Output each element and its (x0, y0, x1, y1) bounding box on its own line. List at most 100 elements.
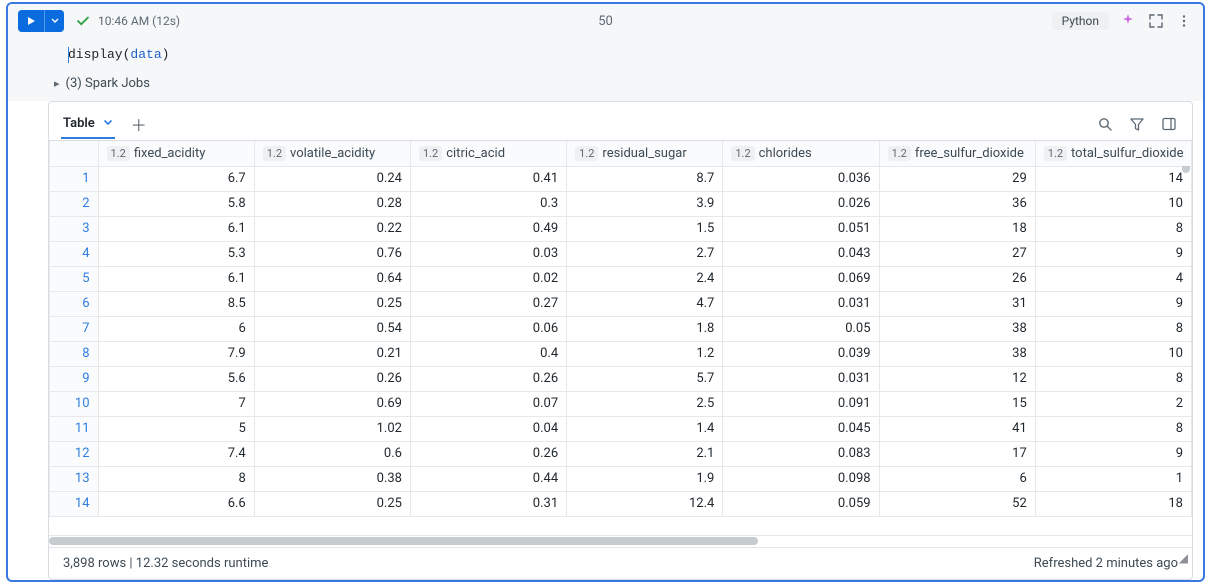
cell[interactable]: 26 (879, 266, 1035, 291)
cell[interactable]: 0.6 (254, 441, 410, 466)
cell[interactable]: 0.69 (254, 391, 410, 416)
cell[interactable]: 0.22 (254, 216, 410, 241)
table-row[interactable]: 87.90.210.41.20.0393810 (50, 341, 1192, 366)
cell[interactable]: 6 (98, 316, 254, 341)
cell[interactable]: 8 (1035, 416, 1191, 441)
cell[interactable]: 10 (1035, 341, 1191, 366)
side-panel-icon[interactable] (1160, 115, 1178, 133)
cell[interactable]: 0.045 (723, 416, 879, 441)
cell[interactable]: 1 (1035, 466, 1191, 491)
filter-icon[interactable] (1128, 115, 1146, 133)
column-header[interactable]: 1.2citric_acid (410, 141, 566, 166)
cell[interactable]: 6.1 (98, 216, 254, 241)
table-row[interactable]: 56.10.640.022.40.069264 (50, 266, 1192, 291)
data-table-scroll[interactable]: 1.2fixed_acidity1.2volatile_acidity1.2ci… (49, 140, 1192, 535)
cell[interactable]: 7.9 (98, 341, 254, 366)
cell[interactable]: 0.03 (410, 241, 566, 266)
expand-icon[interactable] (1147, 12, 1165, 30)
horizontal-scrollbar-track[interactable] (49, 535, 1192, 547)
table-row[interactable]: 16.70.240.418.70.0362914 (50, 166, 1192, 191)
add-tab-button[interactable]: ＋ (127, 108, 151, 140)
column-header[interactable]: 1.2residual_sugar (567, 141, 723, 166)
cell[interactable]: 6.6 (98, 491, 254, 516)
cell[interactable]: 0.098 (723, 466, 879, 491)
cell[interactable]: 1.9 (567, 466, 723, 491)
cell[interactable]: 0.051 (723, 216, 879, 241)
table-row[interactable]: 1070.690.072.50.091152 (50, 391, 1192, 416)
cell[interactable]: 0.38 (254, 466, 410, 491)
column-header[interactable]: 1.2chlorides (723, 141, 879, 166)
run-menu-dropdown[interactable] (44, 10, 64, 32)
cell[interactable]: 0.41 (410, 166, 566, 191)
cell[interactable]: 5 (98, 416, 254, 441)
cell[interactable]: 0.02 (410, 266, 566, 291)
cell[interactable]: 0.27 (410, 291, 566, 316)
cell[interactable]: 0.44 (410, 466, 566, 491)
cell[interactable]: 12 (879, 366, 1035, 391)
tab-table[interactable]: Table (61, 110, 115, 139)
cell[interactable]: 4.7 (567, 291, 723, 316)
cell[interactable]: 8 (1035, 316, 1191, 341)
cell[interactable]: 4 (1035, 266, 1191, 291)
cell[interactable]: 0.54 (254, 316, 410, 341)
column-header[interactable]: 1.2total_sulfur_dioxide (1035, 141, 1191, 166)
cell[interactable]: 0.26 (254, 366, 410, 391)
cell[interactable]: 0.76 (254, 241, 410, 266)
cell[interactable]: 2.4 (567, 266, 723, 291)
cell[interactable]: 7 (98, 391, 254, 416)
search-icon[interactable] (1096, 115, 1114, 133)
table-row[interactable]: 1380.380.441.90.09861 (50, 466, 1192, 491)
table-row[interactable]: 127.40.60.262.10.083179 (50, 441, 1192, 466)
table-row[interactable]: 146.60.250.3112.40.0595218 (50, 491, 1192, 516)
cell[interactable]: 0.069 (723, 266, 879, 291)
cell[interactable]: 10 (1035, 191, 1191, 216)
cell[interactable]: 0.28 (254, 191, 410, 216)
spark-jobs-toggle[interactable]: ▸ (3) Spark Jobs (8, 70, 1203, 101)
table-row[interactable]: 760.540.061.80.05388 (50, 316, 1192, 341)
cell[interactable]: 5.3 (98, 241, 254, 266)
column-header[interactable]: 1.2volatile_acidity (254, 141, 410, 166)
cell[interactable]: 0.07 (410, 391, 566, 416)
horizontal-scrollbar[interactable] (49, 537, 758, 545)
cell[interactable]: 12.4 (567, 491, 723, 516)
cell[interactable]: 0.64 (254, 266, 410, 291)
cell[interactable]: 0.31 (410, 491, 566, 516)
cell[interactable]: 38 (879, 316, 1035, 341)
cell[interactable]: 0.026 (723, 191, 879, 216)
column-header[interactable]: 1.2free_sulfur_dioxide (879, 141, 1035, 166)
cell[interactable]: 1.5 (567, 216, 723, 241)
cell[interactable]: 1.4 (567, 416, 723, 441)
cell[interactable]: 1.2 (567, 341, 723, 366)
cell[interactable]: 36 (879, 191, 1035, 216)
cell[interactable]: 15 (879, 391, 1035, 416)
cell[interactable]: 0.3 (410, 191, 566, 216)
cell[interactable]: 8 (1035, 216, 1191, 241)
cell[interactable]: 31 (879, 291, 1035, 316)
kebab-menu-icon[interactable] (1175, 12, 1193, 30)
cell[interactable]: 0.059 (723, 491, 879, 516)
cell[interactable]: 0.083 (723, 441, 879, 466)
chevron-down-icon[interactable] (103, 118, 113, 128)
cell[interactable]: 52 (879, 491, 1035, 516)
cell[interactable]: 5.7 (567, 366, 723, 391)
cell[interactable]: 17 (879, 441, 1035, 466)
cell[interactable]: 8.5 (98, 291, 254, 316)
cell[interactable]: 0.25 (254, 491, 410, 516)
code-editor[interactable]: display(data) (8, 39, 1203, 70)
cell[interactable]: 0.21 (254, 341, 410, 366)
cell[interactable]: 1.8 (567, 316, 723, 341)
cell[interactable]: 1.02 (254, 416, 410, 441)
cell[interactable]: 41 (879, 416, 1035, 441)
cell[interactable]: 0.49 (410, 216, 566, 241)
table-row[interactable]: 95.60.260.265.70.031128 (50, 366, 1192, 391)
cell[interactable]: 0.04 (410, 416, 566, 441)
language-chip[interactable]: Python (1052, 12, 1109, 30)
cell[interactable]: 6.7 (98, 166, 254, 191)
cell[interactable]: 18 (879, 216, 1035, 241)
assistant-sparkle-icon[interactable] (1119, 12, 1137, 30)
cell[interactable]: 14 (1035, 166, 1191, 191)
cell[interactable]: 5.6 (98, 366, 254, 391)
cell[interactable]: 0.091 (723, 391, 879, 416)
cell[interactable]: 38 (879, 341, 1035, 366)
cell[interactable]: 8 (1035, 366, 1191, 391)
